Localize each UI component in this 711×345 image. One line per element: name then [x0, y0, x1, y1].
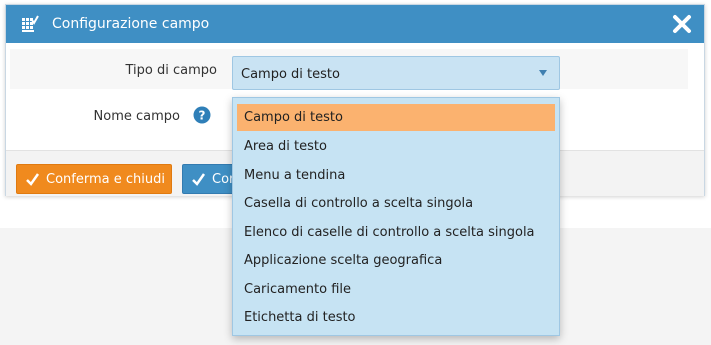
field-type-select[interactable]: Campo di testo: [232, 56, 560, 90]
dropdown-option[interactable]: Caricamento file: [237, 276, 555, 303]
field-type-dropdown: Campo di testo Area di testo Menu a tend…: [232, 97, 560, 336]
dropdown-option[interactable]: Area di testo: [237, 133, 555, 160]
field-type-label: Tipo di campo: [125, 63, 217, 78]
dropdown-option[interactable]: Menu a tendina: [237, 162, 555, 189]
dropdown-option[interactable]: Elenco di caselle di controllo a scelta …: [237, 219, 555, 246]
dialog-title: Configurazione campo: [52, 16, 210, 32]
dropdown-option[interactable]: Campo di testo: [237, 104, 555, 131]
svg-text:?: ?: [199, 109, 206, 123]
field-type-selected-value: Campo di testo: [241, 67, 340, 82]
field-name-label: Nome campo: [93, 109, 180, 124]
confirm-and-close-label: Conferma e chiudi: [46, 172, 165, 187]
dropdown-option[interactable]: Casella di controllo a scelta singola: [237, 190, 555, 217]
caret-down-icon: [538, 67, 548, 77]
check-icon: [25, 172, 40, 187]
dialog-titlebar: Configurazione campo: [6, 5, 704, 43]
grid-check-icon: [21, 15, 39, 33]
dropdown-option[interactable]: Etichetta di testo: [237, 304, 555, 331]
dropdown-option[interactable]: Applicazione scelta geografica: [237, 247, 555, 274]
check-icon: [191, 172, 206, 187]
question-circle-icon[interactable]: ?: [193, 106, 211, 124]
close-icon[interactable]: [671, 13, 693, 35]
confirm-and-close-button[interactable]: Conferma e chiudi: [16, 164, 172, 194]
